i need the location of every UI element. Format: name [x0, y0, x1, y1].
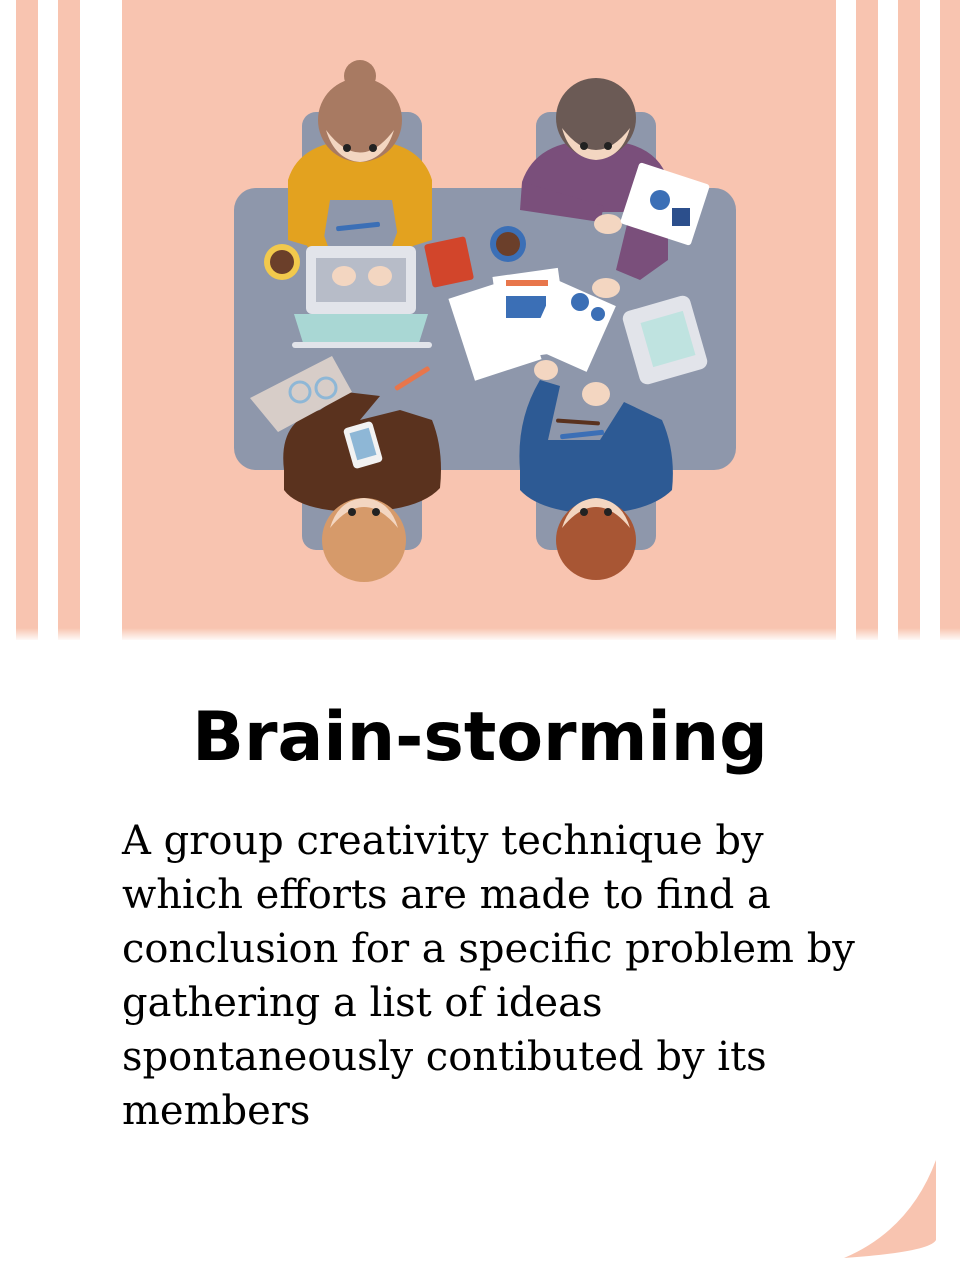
hero-bottom-fade	[0, 628, 960, 640]
person-brown-sweater	[283, 392, 441, 582]
coffee-cup-icon	[490, 226, 526, 262]
meeting-table-illustration	[234, 60, 736, 582]
hero-illustration-panel	[0, 0, 960, 640]
slide-description: A group creativity technique by which ef…	[122, 818, 855, 1134]
notebook-icon	[424, 236, 474, 288]
laptop-icon	[292, 246, 432, 348]
coffee-cup-icon	[264, 244, 300, 280]
slide-title: Brain-storming	[192, 698, 768, 777]
page-curl-corner	[844, 1160, 936, 1258]
